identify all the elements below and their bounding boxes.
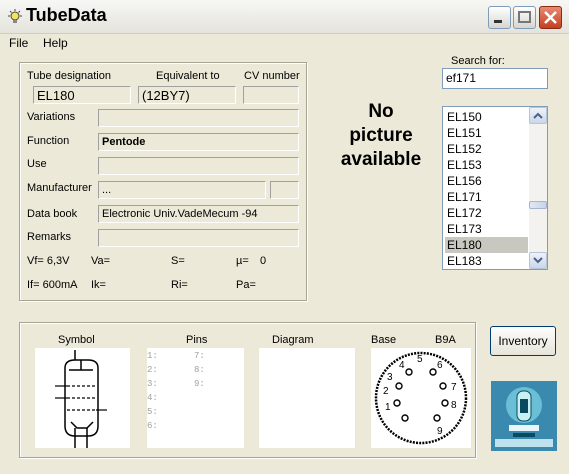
- tube-designation-label: Tube designation: [27, 70, 111, 82]
- list-item[interactable]: EL153: [445, 157, 528, 173]
- pins-label: Pins: [186, 334, 208, 346]
- pin-label: 5:: [147, 407, 158, 417]
- chevron-down-icon: [533, 257, 543, 264]
- list-item[interactable]: EL171: [445, 189, 528, 205]
- pin-label: 6:: [147, 421, 158, 431]
- no-picture-line2: picture: [349, 125, 413, 146]
- list-item[interactable]: EL172: [445, 205, 528, 221]
- window-title: TubeData: [26, 5, 107, 25]
- no-picture-text: No picture available: [308, 100, 454, 172]
- tube-symbol: [35, 348, 130, 448]
- pin-label: 3:: [147, 379, 158, 389]
- tube-designation-field[interactable]: EL180: [33, 86, 131, 104]
- databook-field[interactable]: Electronic Univ.VadeMecum -94: [98, 205, 299, 223]
- pin-label: 1:: [147, 351, 158, 361]
- manufacturer-code-field[interactable]: [270, 181, 299, 199]
- remarks-field[interactable]: [98, 229, 299, 247]
- base-pin-number: 1: [385, 402, 391, 413]
- pin-label: 8:: [194, 365, 205, 375]
- inventory-button[interactable]: Inventory: [490, 326, 556, 356]
- tube-logo-icon: [491, 381, 557, 451]
- equivalent-label: Equivalent to: [156, 70, 220, 82]
- cv-number-field[interactable]: [243, 86, 299, 104]
- maximize-button[interactable]: [513, 6, 536, 29]
- base-pin-number: 3: [387, 372, 393, 383]
- base-pin-number: 5: [417, 354, 423, 365]
- b9a-base-icon: 1 2 3 4 5 6 7 8 9: [374, 351, 468, 445]
- tube-logo-image[interactable]: [491, 381, 557, 451]
- list-item[interactable]: EL150: [445, 109, 528, 125]
- search-label: Search for:: [451, 55, 505, 67]
- chevron-up-icon: [533, 112, 543, 119]
- pins-box: 1: 2: 3: 4: 5: 6: 7: 8: 9:: [147, 348, 244, 448]
- tube-list[interactable]: EL150 EL151 EL152 EL153 EL156 EL171 EL17…: [442, 106, 548, 270]
- maximize-icon: [518, 11, 531, 23]
- scroll-thumb[interactable]: [529, 201, 547, 209]
- ri-value: Ri=: [171, 279, 188, 291]
- pin-label: 2:: [147, 365, 158, 375]
- base-pin-number: 6: [437, 360, 443, 371]
- base-pin-number: 2: [383, 386, 389, 397]
- diagram-label: Diagram: [272, 334, 314, 346]
- s-value: S=: [171, 255, 185, 267]
- search-input[interactable]: ef171: [442, 68, 548, 89]
- base-pin-number: 9: [437, 426, 443, 437]
- symbol-label: Symbol: [58, 334, 95, 346]
- no-picture-line3: available: [340, 149, 422, 170]
- mu-value: 0: [260, 255, 267, 267]
- list-scrollbar[interactable]: [529, 107, 547, 269]
- minimize-button[interactable]: [488, 6, 511, 29]
- minimize-icon: [494, 20, 502, 23]
- scroll-down-button[interactable]: [529, 252, 547, 269]
- base-label: Base: [371, 334, 397, 346]
- pin-label: 4:: [147, 393, 158, 403]
- if-value: If= 600mA: [27, 279, 78, 291]
- va-value: Va=: [91, 255, 111, 267]
- use-field[interactable]: [98, 157, 299, 175]
- base-pin-number: 8: [451, 400, 457, 411]
- cv-number-label: CV number: [244, 70, 300, 82]
- menu-file[interactable]: File: [9, 36, 28, 50]
- base-pin-number: 4: [399, 360, 405, 371]
- title-bar: TubeData: [0, 0, 569, 34]
- no-picture-line1: No: [368, 101, 394, 122]
- list-item[interactable]: EL152: [445, 141, 528, 157]
- pin-label: 9:: [194, 379, 205, 389]
- mu-label: µ=: [236, 255, 249, 267]
- manufacturer-label: Manufacturer: [27, 182, 92, 194]
- manufacturer-field[interactable]: ...: [98, 181, 266, 199]
- databook-label: Data book: [27, 208, 78, 220]
- function-field[interactable]: Pentode: [98, 133, 299, 151]
- menu-bar: File Help: [0, 34, 569, 53]
- list-item[interactable]: EL156: [445, 173, 528, 189]
- list-item[interactable]: EL151: [445, 125, 528, 141]
- equivalent-field[interactable]: (12BY7): [138, 86, 236, 104]
- variations-label: Variations: [27, 111, 76, 123]
- list-item[interactable]: EL173: [445, 221, 528, 237]
- function-label: Function: [27, 135, 70, 147]
- lightbulb-icon: [8, 9, 22, 23]
- scroll-up-button[interactable]: [529, 107, 547, 124]
- pentode-symbol-icon: [55, 350, 107, 448]
- vf-value: Vf= 6,3V: [27, 255, 70, 267]
- use-label: Use: [27, 158, 47, 170]
- remarks-label: Remarks: [27, 231, 72, 243]
- list-item-selected[interactable]: EL180: [445, 237, 528, 253]
- base-type-label: B9A: [435, 334, 456, 346]
- close-icon: [544, 11, 557, 24]
- base-pin-number: 7: [451, 382, 457, 393]
- base-diagram: 1 2 3 4 5 6 7 8 9: [371, 348, 471, 448]
- ik-value: Ik=: [91, 279, 106, 291]
- diagram-box: [259, 348, 355, 448]
- pin-label: 7:: [194, 351, 205, 361]
- variations-field[interactable]: [98, 109, 299, 127]
- close-button[interactable]: [539, 6, 562, 29]
- pa-value: Pa=: [236, 279, 256, 291]
- menu-help[interactable]: Help: [43, 36, 68, 50]
- list-item[interactable]: EL183: [445, 253, 528, 269]
